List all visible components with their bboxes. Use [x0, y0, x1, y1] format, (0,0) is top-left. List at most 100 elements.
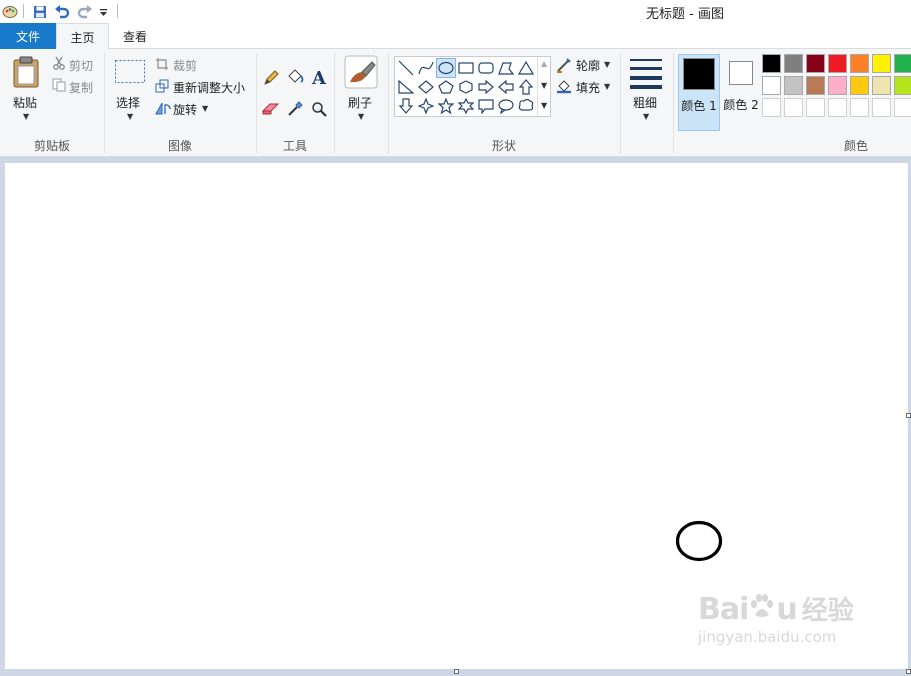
palette-swatch[interactable] — [784, 76, 803, 95]
five-point-star-shape-icon[interactable] — [436, 96, 456, 116]
size-button-label[interactable]: 粗细 — [633, 94, 657, 111]
outline-icon[interactable] — [556, 57, 572, 73]
palette-swatch[interactable] — [784, 54, 803, 73]
paste-icon[interactable] — [10, 55, 42, 89]
crop-button-label[interactable]: 裁剪 — [173, 57, 197, 74]
fill-bucket-icon[interactable] — [285, 68, 305, 86]
cloud-callout-shape-icon[interactable] — [516, 96, 536, 116]
palette-swatch[interactable] — [784, 98, 803, 117]
palette-swatch[interactable] — [828, 54, 847, 73]
cut-button-label[interactable]: 剪切 — [69, 57, 93, 74]
triangle-shape-icon[interactable] — [516, 58, 536, 78]
rectangle-shape-icon[interactable] — [456, 58, 476, 78]
palette-swatch[interactable] — [894, 54, 911, 73]
pentagon-shape-icon[interactable] — [436, 77, 456, 97]
tab-view[interactable]: 查看 — [112, 23, 158, 50]
copy-icon[interactable] — [52, 78, 66, 92]
paint-app-icon[interactable] — [2, 3, 18, 20]
palette-swatch[interactable] — [872, 98, 891, 117]
palette-swatch[interactable] — [872, 76, 891, 95]
drawn-ellipse[interactable] — [675, 520, 723, 562]
rect-callout-shape-icon[interactable] — [476, 96, 496, 116]
gallery-scroll-up[interactable]: ▲ — [541, 59, 547, 68]
palette-swatch[interactable] — [850, 76, 869, 95]
tab-file[interactable]: 文件 — [0, 23, 56, 49]
tab-home[interactable]: 主页 — [56, 23, 109, 50]
paste-button-label[interactable]: 粘贴 — [13, 94, 37, 111]
outline-dropdown-caret[interactable]: ▼ — [604, 60, 610, 69]
color-picker-icon[interactable] — [286, 100, 304, 118]
fill-dropdown-caret[interactable]: ▼ — [604, 82, 610, 91]
polygon-shape-icon[interactable] — [496, 58, 516, 78]
hexagon-shape-icon[interactable] — [456, 77, 476, 97]
up-arrow-shape-icon[interactable] — [516, 77, 536, 97]
right-triangle-shape-icon[interactable] — [396, 77, 416, 97]
select-icon[interactable] — [114, 59, 146, 85]
palette-swatch[interactable] — [806, 76, 825, 95]
save-icon[interactable] — [32, 3, 48, 20]
line-shape-icon[interactable] — [396, 58, 416, 78]
resize-icon[interactable] — [155, 79, 169, 93]
select-dropdown-caret[interactable]: ▼ — [127, 112, 133, 121]
palette-swatch[interactable] — [806, 98, 825, 117]
watermark-url: jingyan.baidu.com — [698, 628, 837, 646]
resize-handle-corner[interactable] — [906, 669, 911, 674]
rotate-button-label[interactable]: 旋转 — [173, 101, 197, 118]
text-tool-icon[interactable]: A — [310, 67, 328, 87]
watermark-brand-cn: 经验 — [801, 596, 854, 626]
fill-button-label[interactable]: 填充 — [576, 79, 600, 96]
palette-swatch[interactable] — [894, 98, 911, 117]
palette-swatch[interactable] — [850, 98, 869, 117]
color2-button[interactable]: 颜色 2 — [720, 54, 762, 131]
size-dropdown-caret[interactable]: ▼ — [643, 112, 649, 121]
copy-button-label[interactable]: 复制 — [69, 79, 93, 96]
fill-icon[interactable] — [556, 78, 572, 94]
left-arrow-shape-icon[interactable] — [496, 77, 516, 97]
brush-dropdown-caret[interactable]: ▼ — [358, 112, 364, 121]
palette-swatch[interactable] — [828, 98, 847, 117]
eraser-icon[interactable] — [262, 101, 280, 117]
paste-dropdown-caret[interactable]: ▼ — [23, 112, 29, 121]
brush-icon[interactable] — [344, 55, 378, 89]
redo-icon[interactable] — [77, 3, 93, 20]
qa-divider — [117, 4, 118, 18]
svg-text:A: A — [311, 68, 327, 86]
curve-shape-icon[interactable] — [416, 58, 436, 78]
palette-swatch[interactable] — [806, 54, 825, 73]
select-button-label[interactable]: 选择 — [116, 94, 140, 111]
palette-swatch[interactable] — [762, 98, 781, 117]
palette-swatch[interactable] — [894, 76, 911, 95]
diamond-shape-icon[interactable] — [416, 77, 436, 97]
palette-swatch[interactable] — [872, 54, 891, 73]
color1-button[interactable]: 颜色 1 — [678, 54, 720, 131]
group-separator — [620, 53, 621, 153]
cut-icon[interactable] — [52, 56, 66, 70]
oval-shape-icon[interactable] — [436, 58, 456, 78]
rotate-dropdown-caret[interactable]: ▼ — [202, 104, 208, 113]
oval-callout-shape-icon[interactable] — [496, 96, 516, 116]
resize-button-label[interactable]: 重新调整大小 — [173, 79, 245, 96]
size-icon[interactable] — [629, 57, 663, 89]
pencil-icon[interactable] — [262, 69, 280, 87]
palette-swatch[interactable] — [762, 76, 781, 95]
palette-swatch[interactable] — [828, 76, 847, 95]
gallery-expand[interactable]: ▼ — [541, 101, 547, 110]
six-point-star-shape-icon[interactable] — [456, 96, 476, 116]
outline-button-label[interactable]: 轮廓 — [576, 57, 600, 74]
palette-swatch[interactable] — [762, 54, 781, 73]
gallery-scroll-down[interactable]: ▼ — [541, 81, 547, 90]
title-bar: 无标题 - 画图 — [0, 0, 911, 23]
four-point-star-shape-icon[interactable] — [416, 96, 436, 116]
down-arrow-shape-icon[interactable] — [396, 96, 416, 116]
customize-dropdown-icon[interactable] — [97, 3, 109, 20]
crop-icon[interactable] — [155, 57, 169, 71]
rounded-rectangle-shape-icon[interactable] — [476, 58, 496, 78]
right-arrow-shape-icon[interactable] — [476, 77, 496, 97]
resize-handle-right[interactable] — [906, 413, 911, 418]
brush-button-label[interactable]: 刷子 — [348, 94, 372, 111]
undo-icon[interactable] — [54, 3, 70, 20]
palette-swatch[interactable] — [850, 54, 869, 73]
rotate-icon[interactable] — [155, 101, 171, 115]
magnifier-icon[interactable] — [310, 100, 328, 118]
resize-handle-bottom[interactable] — [454, 669, 459, 674]
